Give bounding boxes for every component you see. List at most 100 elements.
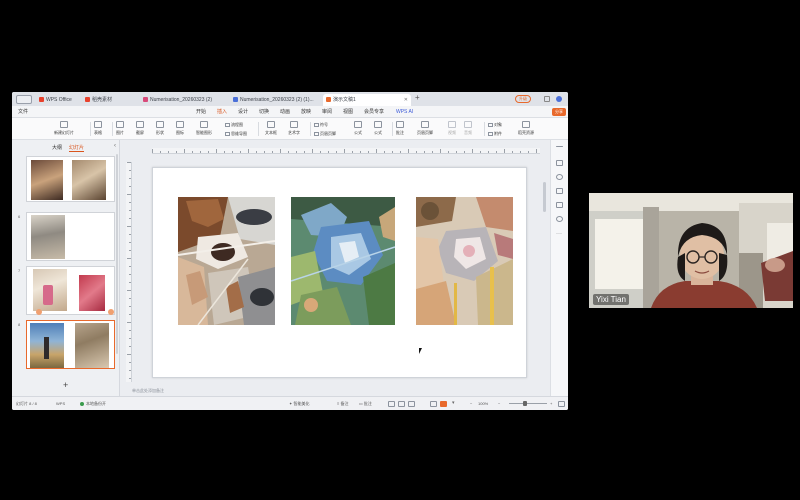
resources-button[interactable]: 稻壳资源	[518, 121, 534, 136]
tab-wps-office[interactable]: WPS Office	[36, 94, 80, 106]
menu-transition[interactable]: 切换	[259, 106, 269, 118]
slides-tab[interactable]: 幻灯片	[69, 144, 85, 152]
header-footer-small-button[interactable]: 页眉页脚	[314, 131, 336, 137]
slide-thumbnail[interactable]	[26, 156, 115, 202]
object-button[interactable]: 对象	[488, 122, 502, 128]
header-footer-button[interactable]: 页眉页脚	[417, 121, 433, 136]
zoom-level[interactable]: 100%	[478, 397, 488, 410]
dropdown-icon[interactable]: ▾	[452, 401, 459, 407]
smart-graphic-button[interactable]: 智能图形	[196, 121, 212, 136]
slide-thumbnail-selected[interactable]	[26, 320, 115, 369]
audio-button[interactable]: 音频	[464, 121, 472, 136]
slide-thumbnail[interactable]	[26, 212, 115, 261]
zoom-in-button[interactable]: +	[550, 397, 552, 410]
collage-image-warm-pieces[interactable]	[416, 197, 513, 325]
smart-beautify-button[interactable]: ✦ 智能美化	[289, 397, 309, 410]
menu-animation[interactable]: 动画	[280, 106, 290, 118]
menu-review[interactable]: 审阅	[322, 106, 332, 118]
zoom-out-icon[interactable]: −	[470, 397, 472, 410]
star-icon[interactable]	[556, 174, 563, 180]
new-slide-button[interactable]: 新建幻灯片	[54, 121, 74, 136]
minimize-panel-icon[interactable]	[556, 146, 563, 147]
notes-placeholder[interactable]: 单击此处添加备注	[132, 388, 164, 394]
shape-button[interactable]: 形状	[156, 121, 164, 136]
zoom-out-button[interactable]: −	[498, 397, 500, 410]
slide-canvas[interactable]	[152, 167, 527, 378]
menu-slideshow[interactable]: 放映	[301, 106, 311, 118]
wps-ai-menu[interactable]: WPS AI	[396, 106, 413, 118]
art-text-button[interactable]: 艺术字	[288, 121, 300, 136]
button-label: 附件	[494, 131, 502, 136]
window-layout-icon[interactable]	[544, 96, 550, 102]
ruler-tick	[232, 151, 233, 153]
ruler-tick	[304, 151, 305, 153]
flowchart-button[interactable]: 流程图	[225, 122, 243, 128]
ribbon-separator	[310, 122, 311, 136]
collage-artwork	[178, 197, 275, 325]
file-menu[interactable]: 文件	[18, 106, 28, 118]
formula-button[interactable]: 公式	[354, 121, 362, 136]
fit-window-icon[interactable]	[558, 401, 565, 407]
participant-video-tile[interactable]: Yixi Tian	[589, 193, 793, 308]
function-button[interactable]: 公式	[374, 121, 382, 136]
notes-label: 备注	[340, 401, 349, 406]
add-slide-button[interactable]: +	[63, 380, 68, 390]
design-icon[interactable]	[556, 188, 563, 194]
button-label: 形状	[156, 130, 164, 135]
upgrade-button[interactable]: 升级	[515, 95, 531, 103]
slide-sorter-icon[interactable]	[398, 401, 405, 407]
close-tab-icon[interactable]: ✕	[404, 94, 408, 106]
user-avatar[interactable]	[556, 96, 562, 102]
collage-image-horse-car[interactable]	[178, 197, 275, 325]
notes-toggle[interactable]: ≡ 备注	[337, 397, 348, 410]
menu-view[interactable]: 视图	[343, 106, 353, 118]
ruler-tick	[296, 151, 297, 153]
textbox-button[interactable]: 文本框	[265, 121, 277, 136]
share-button[interactable]: 分享	[552, 108, 566, 116]
animation-icon[interactable]	[556, 202, 563, 208]
tab-template-materials[interactable]: 稻壳素材	[82, 94, 128, 106]
tab-numerisation-1[interactable]: Numerisation_20260323 (2)	[140, 94, 230, 106]
history-icon[interactable]	[556, 216, 563, 222]
comments-toggle[interactable]: ▭ 批注	[359, 397, 372, 410]
tab-numerisation-2[interactable]: Numerisation_20260323 (2) (1)...	[230, 94, 322, 106]
ruler-tick	[200, 151, 201, 153]
backup-status[interactable]: 本地备份开	[80, 397, 106, 410]
video-button[interactable]: 视频	[448, 121, 456, 136]
menu-member[interactable]: 会员专享	[364, 106, 384, 118]
attachment-button[interactable]: 附件	[488, 131, 502, 137]
slide-thumbnail[interactable]	[26, 266, 115, 315]
normal-view-icon[interactable]	[388, 401, 395, 407]
zoom-slider-handle[interactable]	[523, 401, 527, 406]
collapse-panel-icon[interactable]: ‹	[114, 143, 116, 149]
symbol-button[interactable]: 符号	[314, 122, 328, 128]
comment-button[interactable]: 批注	[396, 121, 404, 136]
zoom-slider[interactable]	[509, 403, 547, 404]
screenshot-button[interactable]: 截屏	[136, 121, 144, 136]
reading-view-icon[interactable]	[408, 401, 415, 407]
ruler-tick	[129, 250, 131, 251]
more-options-icon[interactable]: ···	[556, 231, 563, 238]
menu-design[interactable]: 设计	[238, 106, 248, 118]
ruler-tick	[129, 218, 131, 219]
outline-tab[interactable]: 大纲	[52, 144, 62, 151]
menu-home[interactable]: 开始	[196, 106, 206, 118]
properties-icon[interactable]	[556, 160, 563, 166]
thumbnail-badge-icon	[36, 309, 42, 315]
icon-button[interactable]: 图标	[176, 121, 184, 136]
collage-image-blue-leaves[interactable]	[291, 197, 395, 325]
home-button[interactable]	[16, 95, 32, 104]
new-tab-icon[interactable]: +	[415, 93, 420, 102]
table-button[interactable]: 表格	[94, 121, 102, 136]
ruler-tick	[528, 151, 529, 153]
ribbon-separator	[258, 122, 259, 136]
tab-presentation-1[interactable]: 演示文稿1 ✕	[323, 94, 411, 106]
canvas-scrollbar[interactable]	[543, 182, 546, 212]
mindmap-button[interactable]: 思维导图	[225, 131, 247, 137]
function-icon	[374, 121, 382, 128]
play-from-start-icon[interactable]	[430, 401, 437, 407]
ruler-tick	[129, 338, 131, 339]
slideshow-play-icon[interactable]	[440, 401, 447, 407]
picture-button[interactable]: 图片	[116, 121, 124, 136]
panel-scrollbar[interactable]	[116, 154, 118, 354]
